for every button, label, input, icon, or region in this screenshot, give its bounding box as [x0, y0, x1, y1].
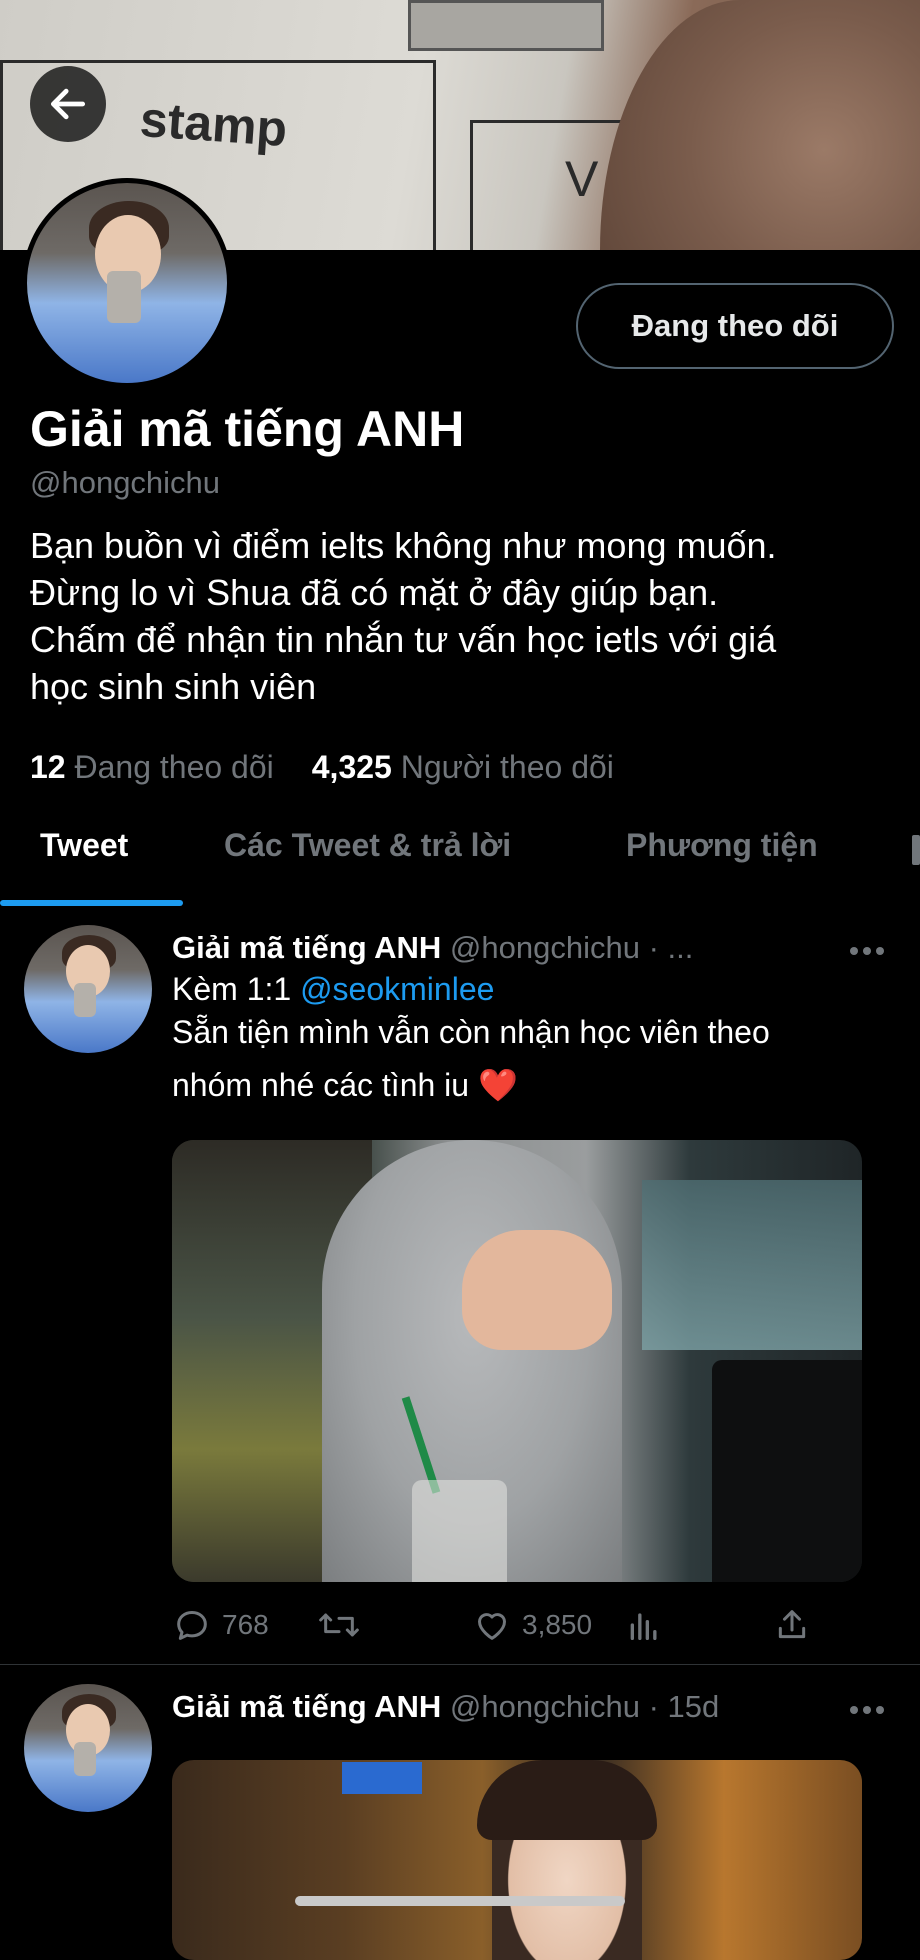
share-button[interactable]: [772, 1605, 812, 1645]
tweet-media-image[interactable]: [172, 1760, 862, 1960]
bio-line: học sinh sinh viên: [30, 666, 317, 707]
tweet-text-line: Sẵn tiện mình vẫn còn nhận học viên theo: [172, 1014, 770, 1050]
tweet-handle-time[interactable]: @hongchichu · ...: [450, 930, 693, 965]
analytics-icon: [630, 1613, 657, 1640]
bio-line: Bạn buồn vì điểm ielts không như mong mu…: [30, 525, 777, 566]
retweet-icon: [319, 1613, 359, 1637]
tweet-author-name[interactable]: Giải mã tiếng ANH: [172, 930, 441, 965]
avatar-phone: [107, 271, 141, 323]
views-button[interactable]: [624, 1605, 664, 1645]
followers-count: 4,325: [311, 749, 392, 785]
reply-button[interactable]: 768: [172, 1605, 269, 1645]
image-hands: [462, 1230, 612, 1350]
tweet-text-line: Kèm 1:1 @seokminlee: [172, 968, 494, 1011]
tweet-avatar[interactable]: [24, 925, 152, 1053]
tweet-header: Giải mã tiếng ANH @hongchichu · 15d: [172, 1689, 719, 1725]
banner-v-text: V: [565, 151, 599, 207]
tweet-divider: [0, 1664, 920, 1665]
following-label: Đang theo dõi: [74, 749, 274, 785]
more-options-icon[interactable]: [850, 947, 884, 957]
avatar-phone: [74, 983, 96, 1017]
share-icon: [778, 1610, 806, 1639]
more-options-icon[interactable]: [850, 1706, 884, 1716]
bio-line: Chấm để nhận tin nhắn tư vấn học ietls v…: [30, 619, 777, 660]
like-count: 3,850: [522, 1609, 593, 1640]
tweet-text-line: nhóm nhé các tình iu ❤️: [172, 1064, 518, 1107]
avatar-phone: [74, 1742, 96, 1776]
tab-media[interactable]: Phương tiện: [626, 827, 818, 864]
profile-avatar[interactable]: [22, 178, 232, 388]
image-laptop: [712, 1360, 862, 1582]
profile-display-name: Giải mã tiếng ANH: [30, 401, 465, 457]
back-button[interactable]: [30, 66, 106, 142]
tweet-mention-link[interactable]: @seokminlee: [300, 971, 494, 1007]
image-cup: [412, 1480, 507, 1582]
tab-tweets-replies[interactable]: Các Tweet & trả lời: [224, 827, 511, 864]
tweet-avatar[interactable]: [24, 1684, 152, 1812]
reply-count: 768: [222, 1609, 269, 1640]
tweet-author-name[interactable]: Giải mã tiếng ANH: [172, 1689, 441, 1724]
image-window: [642, 1180, 862, 1350]
retweet-button[interactable]: [317, 1605, 371, 1645]
following-count: 12: [30, 749, 66, 785]
arrow-left-icon: [50, 88, 86, 120]
image-person-hair: [477, 1760, 657, 1840]
tweet-actions: 768 3,850: [172, 1605, 872, 1645]
bio-line: Đừng lo vì Shua đã có mặt ở đây giúp bạn…: [30, 572, 719, 613]
home-indicator: [295, 1896, 625, 1906]
banner-stamp-text: stamp: [138, 90, 290, 158]
banner-paper-rect: [408, 0, 604, 51]
reply-icon: [177, 1611, 207, 1640]
profile-tabs: Tweet Các Tweet & trả lời Phương tiện: [0, 805, 920, 905]
tweet-text: nhóm nhé các tình iu: [172, 1067, 470, 1103]
tweet-media-image[interactable]: [172, 1140, 862, 1582]
image-tv-screen: [342, 1762, 422, 1794]
following-stat[interactable]: 12 Đang theo dõi: [30, 749, 274, 786]
tab-overflow-edge: [912, 835, 920, 865]
banner-fabric: [600, 0, 920, 250]
tab-tweets[interactable]: Tweet: [40, 827, 128, 864]
followers-label: Người theo dõi: [400, 749, 614, 785]
following-button[interactable]: Đang theo dõi: [576, 283, 894, 369]
tweet-text: Kèm 1:1: [172, 971, 292, 1007]
profile-stats: 12 Đang theo dõi 4,325 Người theo dõi: [30, 749, 614, 786]
tweet-header: Giải mã tiếng ANH @hongchichu · ...: [172, 930, 693, 966]
heart-icon: [478, 1613, 506, 1640]
profile-bio: Bạn buồn vì điểm ielts không như mong mu…: [30, 522, 900, 710]
heart-emoji: ❤️: [477, 1067, 518, 1103]
tweet-handle-time[interactable]: @hongchichu · 15d: [450, 1689, 719, 1724]
profile-handle: @hongchichu: [30, 465, 221, 500]
followers-stat[interactable]: 4,325 Người theo dõi: [312, 749, 614, 786]
like-button[interactable]: 3,850: [472, 1605, 592, 1645]
active-tab-indicator: [0, 900, 183, 906]
